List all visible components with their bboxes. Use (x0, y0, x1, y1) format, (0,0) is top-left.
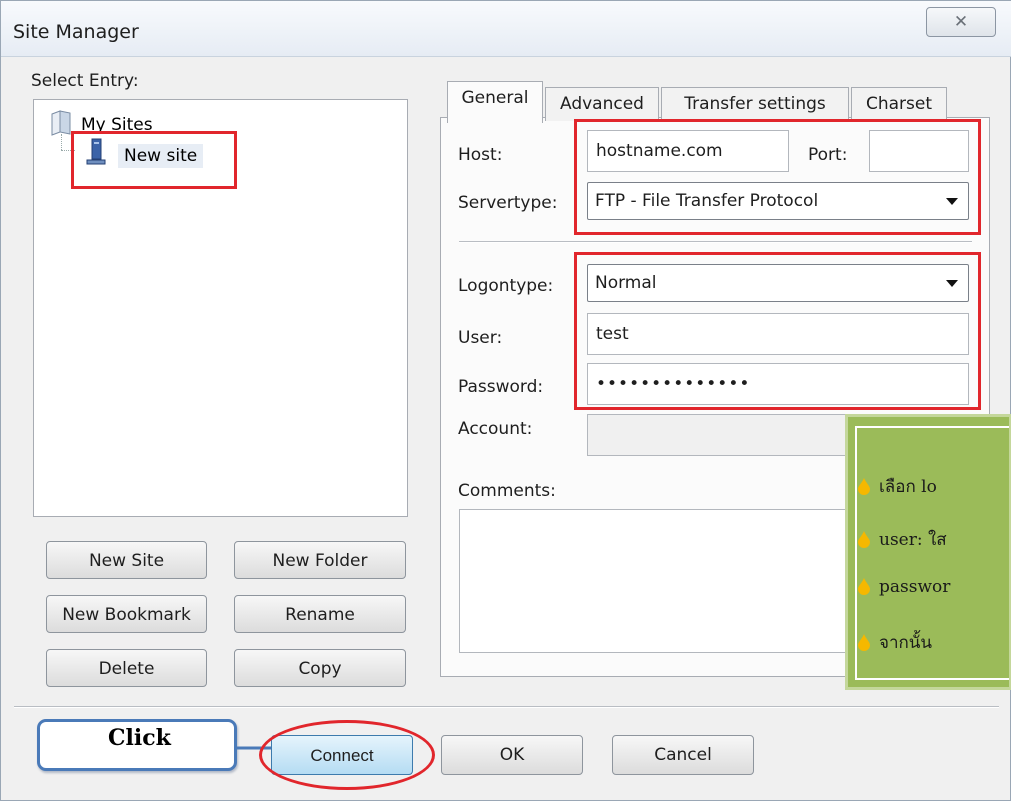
host-label: Host: (458, 145, 503, 165)
instruction-note: เลือก lo user: ใส passwor จากนั้น (845, 414, 1011, 690)
instruction-note-inner: เลือก lo user: ใส passwor จากนั้น (855, 426, 1009, 680)
note-line-text: เลือก lo (879, 477, 937, 497)
tab-charset[interactable]: Charset (851, 87, 947, 121)
comments-label: Comments: (458, 481, 556, 501)
new-bookmark-button[interactable]: New Bookmark (46, 595, 207, 633)
highlight-connect (259, 720, 435, 790)
logontype-label: Logontype: (458, 276, 554, 296)
callout-text: Click (108, 725, 171, 751)
bullet-drop-icon (858, 634, 870, 651)
click-callout: Click (37, 719, 237, 771)
highlight-login-settings (574, 252, 981, 410)
note-line: passwor (857, 577, 950, 597)
close-button[interactable]: ✕ (926, 7, 996, 37)
select-entry-label: Select Entry: (31, 71, 139, 91)
copy-button[interactable]: Copy (234, 649, 406, 687)
user-label: User: (458, 328, 503, 348)
account-label: Account: (458, 419, 533, 439)
close-icon: ✕ (953, 12, 969, 32)
tab-transfer-settings[interactable]: Transfer settings (661, 87, 849, 121)
new-folder-button[interactable]: New Folder (234, 541, 406, 579)
note-line: เลือก lo (857, 473, 937, 500)
highlight-new-site (71, 131, 237, 189)
site-manager-window: Site Manager ✕ Select Entry: My Sites Ne… (0, 0, 1011, 801)
rename-button[interactable]: Rename (234, 595, 406, 633)
bottom-divider (14, 706, 999, 708)
note-line: user: ใส (857, 526, 947, 553)
servertype-label: Servertype: (458, 193, 558, 213)
window-title: Site Manager (13, 21, 139, 43)
delete-button[interactable]: Delete (46, 649, 207, 687)
note-line-text: passwor (879, 577, 951, 597)
bullet-drop-icon (858, 531, 870, 548)
cancel-button[interactable]: Cancel (612, 735, 754, 775)
tree-connector (61, 134, 62, 150)
note-line-text: จากนั้น (879, 633, 933, 653)
note-line: จากนั้น (857, 629, 932, 656)
folder-icon (50, 110, 72, 136)
title-bar: Site Manager ✕ (1, 1, 1011, 57)
tab-advanced[interactable]: Advanced (545, 87, 659, 121)
ok-button[interactable]: OK (441, 735, 583, 775)
tab-general[interactable]: General (447, 81, 543, 123)
note-line-text: user: ใส (879, 530, 947, 550)
section-divider (459, 241, 972, 243)
bullet-drop-icon (858, 578, 870, 595)
bullet-drop-icon (858, 478, 870, 495)
highlight-host-settings (574, 119, 981, 235)
new-site-button[interactable]: New Site (46, 541, 207, 579)
password-label: Password: (458, 377, 544, 397)
